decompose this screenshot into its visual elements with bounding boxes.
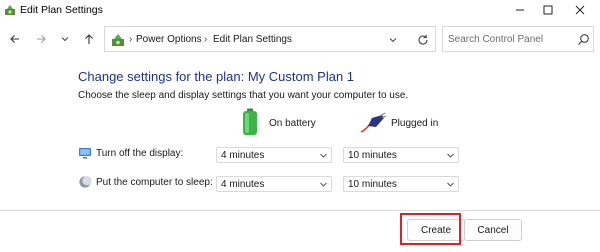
- chevron-down-icon: [61, 37, 69, 42]
- on-battery-label: On battery: [269, 118, 316, 129]
- edit-plan-settings-window: Edit Plan Settings › Power Options › Edi…: [0, 0, 600, 252]
- up-button[interactable]: [82, 32, 96, 46]
- breadcrumb-separator[interactable]: ›: [204, 34, 207, 45]
- power-options-icon: [112, 34, 124, 46]
- select-value: 10 minutes: [348, 179, 397, 190]
- display-icon: [79, 148, 91, 159]
- search-placeholder: Search Control Panel: [448, 34, 544, 45]
- refresh-button[interactable]: [416, 33, 430, 47]
- close-icon: [575, 5, 585, 15]
- select-value: 10 minutes: [348, 150, 397, 161]
- minimize-icon: [516, 9, 524, 11]
- power-options-icon: [5, 5, 15, 15]
- address-bar[interactable]: › Power Options › Edit Plan Settings: [104, 26, 436, 52]
- up-arrow-icon: [85, 34, 93, 44]
- create-button-highlight: [400, 213, 461, 245]
- chevron-down-icon: [389, 38, 397, 43]
- footer-divider: [0, 210, 600, 211]
- maximize-icon: [543, 5, 553, 15]
- forward-arrow-icon: [37, 35, 46, 43]
- chevron-down-icon: [320, 182, 327, 187]
- breadcrumb-edit-plan-settings[interactable]: Edit Plan Settings: [213, 34, 292, 45]
- window-title: Edit Plan Settings: [20, 4, 103, 16]
- back-arrow-icon: [10, 35, 19, 43]
- forward-button[interactable]: [34, 32, 48, 46]
- breadcrumb-separator: ›: [129, 34, 133, 45]
- recent-locations-button[interactable]: [58, 32, 72, 46]
- minimize-button[interactable]: [506, 0, 534, 20]
- back-button[interactable]: [8, 32, 22, 46]
- page-description: Choose the sleep and display settings th…: [78, 90, 409, 101]
- plugged-in-label: Plugged in: [391, 118, 439, 129]
- search-input[interactable]: Search Control Panel: [442, 26, 594, 52]
- select-value: 4 minutes: [221, 179, 265, 190]
- sleep-moon-icon: [79, 176, 92, 188]
- turn-off-display-label: Turn off the display:: [96, 148, 184, 159]
- chevron-down-icon: [320, 153, 327, 158]
- page-title: Change settings for the plan: My Custom …: [78, 69, 355, 84]
- refresh-icon: [418, 35, 428, 45]
- plugged-in-column-header: Plugged in: [360, 108, 470, 138]
- battery-icon: [243, 108, 257, 135]
- breadcrumb-power-options[interactable]: Power Options: [136, 34, 202, 45]
- title-bar: Edit Plan Settings: [0, 0, 600, 22]
- maximize-button[interactable]: [534, 0, 562, 20]
- cancel-button[interactable]: Cancel: [464, 219, 522, 241]
- sleep-on-battery-select[interactable]: 4 minutes: [216, 176, 332, 192]
- address-dropdown-button[interactable]: [386, 33, 400, 47]
- navigation-bar: › Power Options › Edit Plan Settings Sea…: [0, 22, 600, 56]
- select-value: 4 minutes: [221, 150, 265, 161]
- chevron-down-icon: [447, 153, 454, 158]
- sleep-plugged-in-select[interactable]: 10 minutes: [343, 176, 459, 192]
- on-battery-column-header: On battery: [242, 108, 342, 138]
- computer-sleep-label: Put the computer to sleep:: [96, 177, 213, 188]
- close-button[interactable]: [566, 0, 594, 20]
- display-on-battery-select[interactable]: 4 minutes: [216, 147, 332, 163]
- display-plugged-in-select[interactable]: 10 minutes: [343, 147, 459, 163]
- power-plug-icon: [360, 112, 386, 133]
- chevron-down-icon: [447, 182, 454, 187]
- search-icon[interactable]: [577, 33, 590, 46]
